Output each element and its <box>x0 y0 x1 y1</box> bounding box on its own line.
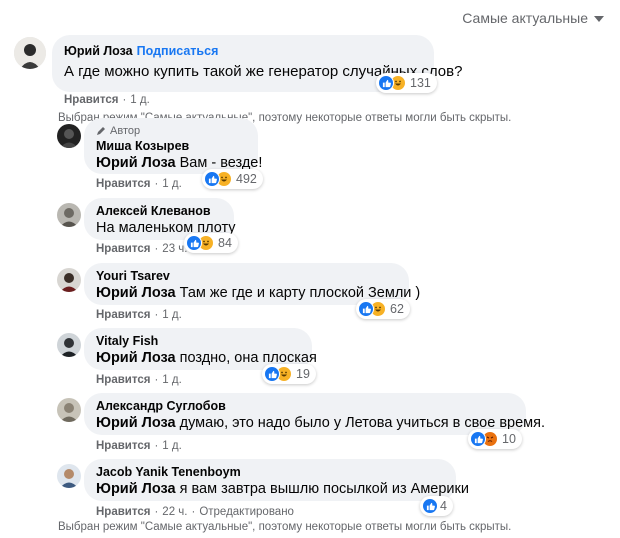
reactions-summary[interactable]: 84 <box>184 233 238 253</box>
reactions-summary[interactable]: 131 <box>376 73 437 93</box>
timestamp[interactable]: 1 д. <box>162 440 182 452</box>
comment-author[interactable]: Vitaly Fish <box>96 333 300 349</box>
reactions-summary[interactable]: 10 <box>468 429 522 449</box>
comment-bubble: Jacob Yanik Tenenboym Юрий Лоза я вам за… <box>84 459 469 501</box>
avatar[interactable] <box>57 464 81 488</box>
like-link[interactable]: Нравится <box>96 506 150 518</box>
reactions-summary[interactable]: 62 <box>356 299 410 319</box>
author-badge: Автор <box>96 124 246 138</box>
reactions-count: 19 <box>296 367 310 381</box>
comment-author[interactable]: Юрий Лоза <box>64 44 133 58</box>
pencil-icon <box>97 127 105 135</box>
avatar-photo <box>57 203 81 227</box>
reactions-summary[interactable]: 4 <box>420 496 453 516</box>
timestamp[interactable]: 1 д. <box>162 178 182 190</box>
comment-bubble: Автор Миша Козырев Юрий Лоза Вам - везде… <box>84 118 262 174</box>
caret-down-icon <box>594 16 604 22</box>
sort-label: Самые актуальные <box>462 10 588 26</box>
reactions-summary[interactable]: 19 <box>262 364 316 384</box>
comment-text: А где можно купить такой же генератор сл… <box>64 63 463 80</box>
timestamp[interactable]: 23 ч. <box>162 243 187 255</box>
like-reaction-icon <box>186 235 202 251</box>
reactions-count: 492 <box>236 172 257 186</box>
avatar[interactable] <box>57 268 81 292</box>
avatar-photo <box>57 464 81 488</box>
comment-bubble: Youri Tsarev Юрий Лоза Там же где и карт… <box>84 263 420 305</box>
edited-label[interactable]: Отредактировано <box>199 506 294 518</box>
comment-text: я вам завтра вышлю посылкой из Америки <box>179 481 469 497</box>
like-link[interactable]: Нравится <box>96 178 150 190</box>
author-badge-label: Автор <box>110 125 141 137</box>
mention-link[interactable]: Юрий Лоза <box>96 155 176 171</box>
reactions-count: 62 <box>390 302 404 316</box>
avatar[interactable] <box>14 37 46 69</box>
avatar-photo <box>57 268 81 292</box>
reactions-count: 10 <box>502 432 516 446</box>
mention-link[interactable]: Юрий Лоза <box>96 350 176 366</box>
like-link[interactable]: Нравится <box>96 374 150 386</box>
reactions-count: 131 <box>410 76 431 90</box>
follow-link[interactable]: Подписаться <box>137 44 219 58</box>
comment-author[interactable]: Jacob Yanik Tenenboym <box>96 464 444 480</box>
comment-actions: Нравится · 1 д. <box>96 440 182 452</box>
comment-actions: Нравится · 1 д. <box>96 309 182 321</box>
comment-author[interactable]: Миша Козырев <box>96 138 246 154</box>
notice-text: Выбран режим "Самые актуальные", поэтому… <box>58 521 512 533</box>
like-link[interactable]: Нравится <box>96 309 150 321</box>
avatar[interactable] <box>57 398 81 422</box>
mention-link[interactable]: Юрий Лоза <box>96 285 176 301</box>
avatar-photo <box>14 37 46 69</box>
timestamp[interactable]: 22 ч. <box>162 506 187 518</box>
avatar-photo <box>57 124 81 148</box>
avatar[interactable] <box>57 203 81 227</box>
timestamp[interactable]: 1 д. <box>162 309 182 321</box>
comment-author[interactable]: Александр Суглобов <box>96 398 514 414</box>
like-reaction-icon <box>470 431 486 447</box>
like-reaction-icon <box>378 75 394 91</box>
comment-author[interactable]: Youri Tsarev <box>96 268 397 284</box>
like-link[interactable]: Нравится <box>96 243 150 255</box>
timestamp[interactable]: 1 д. <box>130 94 150 106</box>
like-link[interactable]: Нравится <box>64 94 118 106</box>
comment-author[interactable]: Алексей Клеванов <box>96 203 222 219</box>
like-reaction-icon <box>358 301 374 317</box>
avatar-photo <box>57 398 81 422</box>
comment-actions: Нравится · 22 ч. · Отредактировано <box>96 506 294 518</box>
like-reaction-icon <box>422 498 438 514</box>
reactions-summary[interactable]: 492 <box>202 169 263 189</box>
reactions-count: 4 <box>440 499 447 513</box>
like-link[interactable]: Нравится <box>96 440 150 452</box>
avatar[interactable] <box>57 333 81 357</box>
comment-bubble: Александр Суглобов Юрий Лоза думаю, это … <box>84 393 545 435</box>
timestamp[interactable]: 1 д. <box>162 374 182 386</box>
like-reaction-icon <box>264 366 280 382</box>
mention-link[interactable]: Юрий Лоза <box>96 481 176 497</box>
avatar[interactable] <box>57 124 81 148</box>
avatar-photo <box>57 333 81 357</box>
comment-actions: Нравится · 1 д. <box>96 178 182 190</box>
like-reaction-icon <box>204 171 220 187</box>
comment-actions: Нравится · 23 ч. <box>96 243 188 255</box>
reactions-count: 84 <box>218 236 232 250</box>
comment-actions: Нравится · 1 д. <box>64 94 150 106</box>
sort-dropdown[interactable]: Самые актуальные <box>462 10 604 26</box>
mention-link[interactable]: Юрий Лоза <box>96 415 176 431</box>
comment-actions: Нравится · 1 д. <box>96 374 182 386</box>
